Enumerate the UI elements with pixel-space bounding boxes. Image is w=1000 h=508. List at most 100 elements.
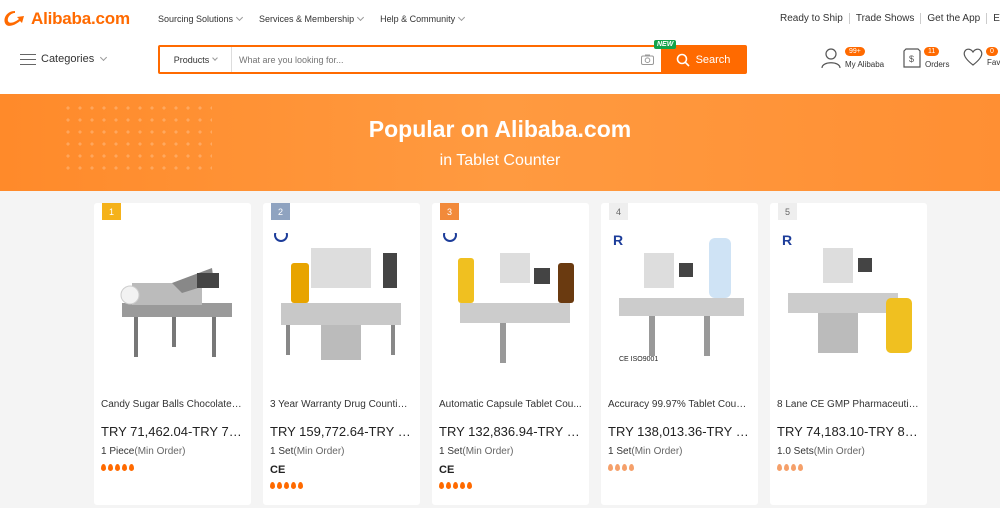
moq-qty: 1 Set bbox=[270, 446, 294, 457]
rank-badge: 4 bbox=[609, 203, 628, 220]
product-price: TRY 159,772.64-TRY 17... bbox=[270, 424, 415, 439]
popularity-rating bbox=[608, 464, 634, 471]
user-icon bbox=[821, 48, 841, 69]
moq-unit: (Min Order) bbox=[293, 446, 345, 457]
heart-icon bbox=[963, 48, 983, 66]
product-image[interactable]: R bbox=[778, 233, 919, 373]
orders[interactable]: $ Orders 11 bbox=[902, 47, 949, 69]
my-alibaba-badge: 99+ bbox=[845, 47, 865, 56]
moq-qty: 1 Set bbox=[439, 446, 463, 457]
camera-icon[interactable] bbox=[633, 47, 661, 72]
link-trade-shows[interactable]: Trade Shows bbox=[848, 13, 921, 24]
product-card[interactable]: 4 R CE ISO9001 Accuracy 99.97% Tablet Co… bbox=[601, 203, 758, 505]
nav-label: Help & Community bbox=[380, 14, 456, 24]
product-card[interactable]: 2 3 Year Warranty Drug Counting... TRY 1… bbox=[263, 203, 420, 505]
link-language[interactable]: Engl bbox=[986, 13, 1000, 24]
favorites[interactable]: Fav 0 bbox=[962, 47, 1000, 67]
flame-icon bbox=[108, 464, 113, 471]
product-price: TRY 74,183.10-TRY 82,... bbox=[777, 424, 922, 439]
search-bar: Products Search bbox=[158, 45, 747, 74]
product-price: TRY 138,013.36-TRY 15... bbox=[608, 424, 753, 439]
product-card[interactable]: 5 R 8 Lane CE GMP Pharmaceutic... TRY 74… bbox=[770, 203, 927, 505]
logo-text: Alibaba.com bbox=[31, 9, 130, 28]
svg-text:CE ISO9001: CE ISO9001 bbox=[619, 356, 658, 363]
moq-unit: (Min Order) bbox=[134, 446, 186, 457]
popular-banner: Popular on Alibaba.com in Tablet Counter bbox=[0, 94, 1000, 191]
min-order: 1 Set(Min Order) bbox=[608, 446, 682, 457]
product-price: TRY 71,462.04-TRY 75,... bbox=[101, 424, 246, 439]
categories-label: Categories bbox=[41, 53, 95, 65]
rank-badge: 1 bbox=[102, 203, 121, 220]
moq-qty: 1.0 Sets bbox=[777, 446, 814, 457]
chevron-down-icon bbox=[212, 55, 219, 61]
flame-icon bbox=[270, 482, 275, 489]
product-card[interactable]: 1 Candy Sugar Balls Chocolate C... TRY 7… bbox=[94, 203, 251, 505]
product-name[interactable]: Candy Sugar Balls Chocolate C... bbox=[101, 399, 244, 410]
product-image[interactable] bbox=[271, 233, 412, 373]
flame-icon bbox=[122, 464, 127, 471]
product-list: 1 Candy Sugar Balls Chocolate C... TRY 7… bbox=[94, 203, 927, 505]
chevron-down-icon bbox=[236, 13, 244, 22]
nav-services-membership[interactable]: Services & Membership bbox=[259, 13, 365, 24]
ce-certification: CE bbox=[270, 464, 286, 476]
product-card[interactable]: 3 Automatic Capsule Tablet Cou... TRY 13… bbox=[432, 203, 589, 505]
flame-icon bbox=[608, 464, 613, 471]
rank-badge: 3 bbox=[440, 203, 459, 220]
top-header: Alibaba.com Sourcing Solutions Services … bbox=[0, 0, 1000, 94]
search-button[interactable]: Search bbox=[661, 47, 745, 72]
flame-icon bbox=[615, 464, 620, 471]
flame-icon bbox=[439, 482, 444, 489]
flame-icon bbox=[446, 482, 451, 489]
product-name[interactable]: 3 Year Warranty Drug Counting... bbox=[270, 399, 413, 410]
nav-help-community[interactable]: Help & Community bbox=[380, 13, 466, 24]
nav-sourcing-solutions[interactable]: Sourcing Solutions bbox=[158, 13, 244, 24]
moq-unit: (Min Order) bbox=[813, 446, 865, 457]
flame-icon bbox=[622, 464, 627, 471]
flame-icon bbox=[284, 482, 289, 489]
top-nav: Sourcing Solutions Services & Membership… bbox=[158, 13, 466, 24]
flame-icon bbox=[129, 464, 134, 471]
moq-unit: (Min Order) bbox=[631, 446, 683, 457]
flame-icon bbox=[453, 482, 458, 489]
alibaba-logo[interactable]: Alibaba.com bbox=[2, 8, 130, 30]
chevron-down-icon bbox=[357, 13, 365, 22]
orders-label: Orders bbox=[925, 60, 950, 69]
link-ready-to-ship[interactable]: Ready to Ship bbox=[780, 13, 849, 24]
search-input[interactable] bbox=[232, 47, 633, 72]
popularity-rating bbox=[439, 482, 472, 489]
product-name[interactable]: Accuracy 99.97% Tablet Counti... bbox=[608, 399, 751, 410]
flame-icon bbox=[629, 464, 634, 471]
search-category-select[interactable]: Products bbox=[160, 47, 232, 72]
menu-icon bbox=[20, 53, 36, 65]
product-image[interactable] bbox=[440, 233, 581, 373]
svg-text:$: $ bbox=[909, 54, 914, 64]
categories-menu[interactable]: Categories bbox=[20, 53, 108, 65]
right-links: Ready to Ship Trade Shows Get the App En… bbox=[780, 13, 1000, 24]
min-order: 1.0 Sets(Min Order) bbox=[777, 446, 865, 457]
my-alibaba-label: My Alibaba bbox=[845, 60, 885, 69]
flame-icon bbox=[298, 482, 303, 489]
product-image[interactable] bbox=[102, 233, 243, 373]
favorites-badge: 0 bbox=[986, 47, 998, 56]
product-price: TRY 132,836.94-TRY 14... bbox=[439, 424, 584, 439]
chevron-down-icon bbox=[100, 53, 108, 62]
product-name[interactable]: 8 Lane CE GMP Pharmaceutic... bbox=[777, 399, 920, 410]
flame-icon bbox=[291, 482, 296, 489]
rank-badge: 2 bbox=[271, 203, 290, 220]
link-get-the-app[interactable]: Get the App bbox=[920, 13, 986, 24]
flame-icon bbox=[277, 482, 282, 489]
product-image[interactable]: R CE ISO9001 bbox=[609, 233, 750, 373]
popularity-rating bbox=[777, 464, 803, 471]
moq-qty: 1 Piece bbox=[101, 446, 135, 457]
orders-icon: $ bbox=[903, 48, 921, 68]
banner-subtitle: in Tablet Counter bbox=[439, 152, 561, 169]
product-name[interactable]: Automatic Capsule Tablet Cou... bbox=[439, 399, 582, 410]
svg-text:R: R bbox=[782, 233, 792, 248]
my-alibaba[interactable]: My Alibaba 99+ bbox=[820, 47, 884, 69]
moq-unit: (Min Order) bbox=[462, 446, 514, 457]
new-badge: NEW bbox=[654, 40, 677, 49]
banner-title: Popular on Alibaba.com bbox=[368, 116, 632, 142]
alibaba-logo-icon bbox=[4, 11, 24, 26]
search-category-label: Products bbox=[173, 54, 210, 65]
favorites-label: Fav bbox=[987, 58, 1000, 67]
